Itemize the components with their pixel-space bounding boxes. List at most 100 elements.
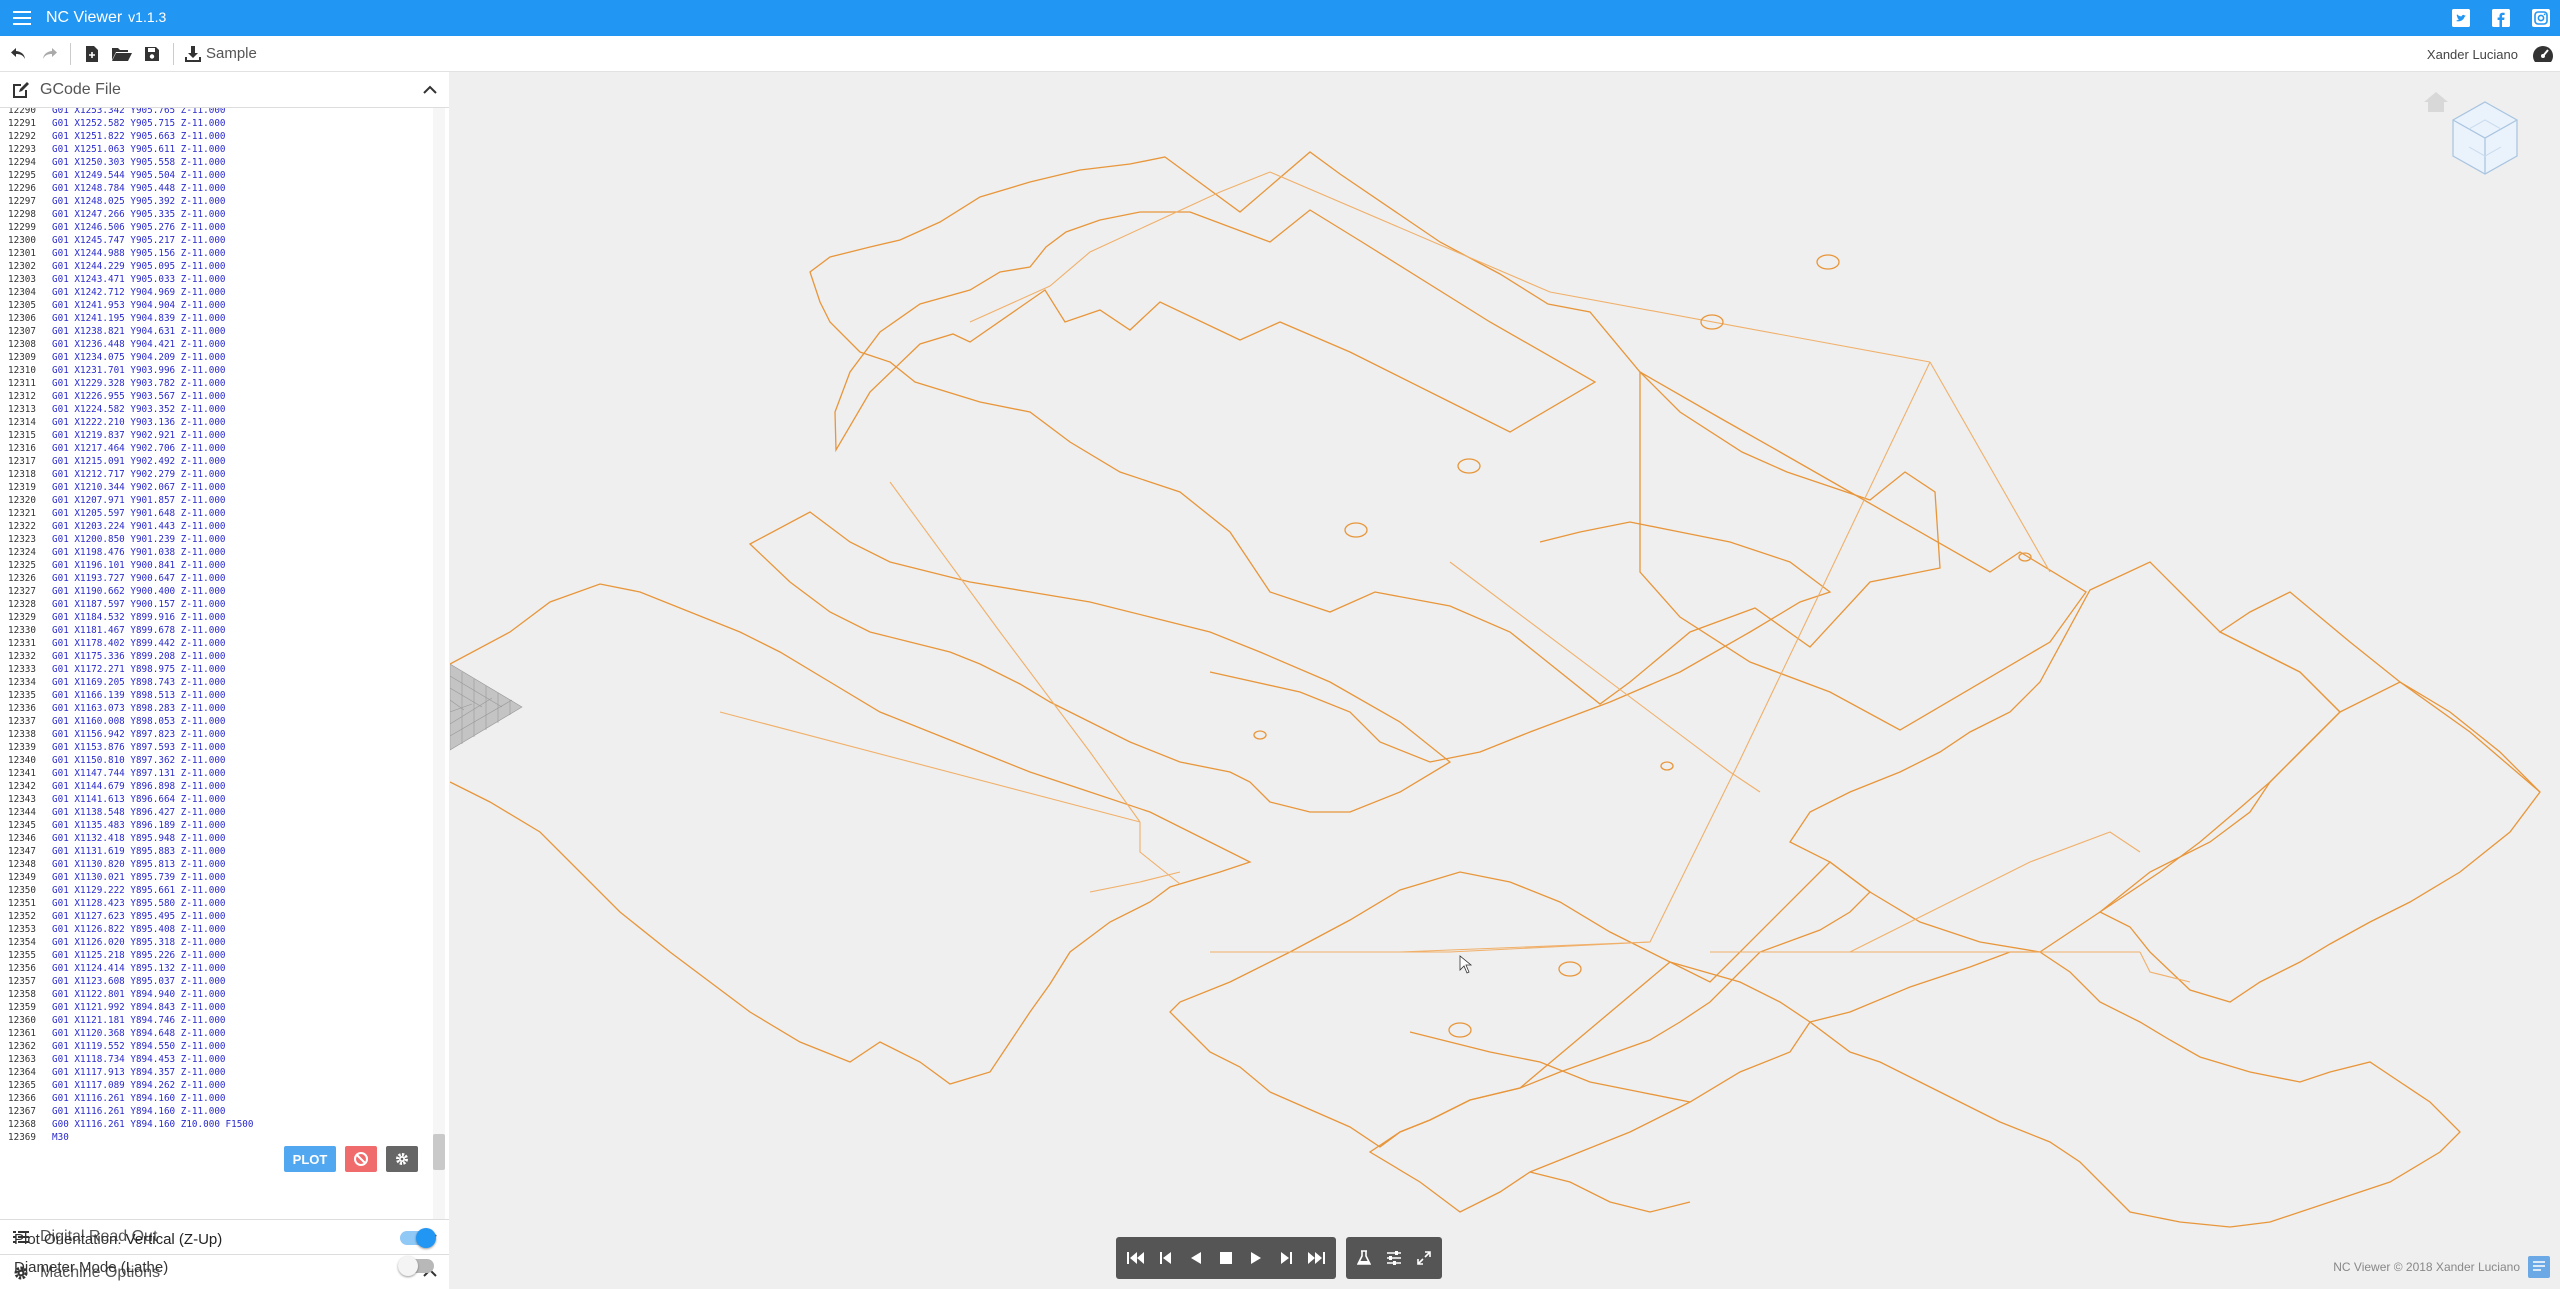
gcode-line[interactable]: 12299 G01 X1246.506 Y905.276 Z-11.000 xyxy=(0,221,254,234)
stop-icon[interactable] xyxy=(1212,1243,1240,1273)
twitter-icon[interactable] xyxy=(2452,9,2470,27)
gcode-line[interactable]: 12354 G01 X1126.020 Y895.318 Z-11.000 xyxy=(0,936,254,949)
gcode-line[interactable]: 12353 G01 X1126.822 Y895.408 Z-11.000 xyxy=(0,923,254,936)
sample-button[interactable]: Sample xyxy=(180,45,261,63)
gcode-line[interactable]: 12306 G01 X1241.195 Y904.839 Z-11.000 xyxy=(0,312,254,325)
gcode-line[interactable]: 12343 G01 X1141.613 Y896.664 Z-11.000 xyxy=(0,793,254,806)
open-folder-icon[interactable] xyxy=(107,36,137,72)
undo-icon[interactable] xyxy=(4,36,34,72)
gcode-line[interactable]: 12294 G01 X1250.303 Y905.558 Z-11.000 xyxy=(0,156,254,169)
gcode-line[interactable]: 12367 G01 X1116.261 Y894.160 Z-11.000 xyxy=(0,1105,254,1118)
gcode-line[interactable]: 12311 G01 X1229.328 Y903.782 Z-11.000 xyxy=(0,377,254,390)
gcode-line[interactable]: 12345 G01 X1135.483 Y896.189 Z-11.000 xyxy=(0,819,254,832)
gcode-line[interactable]: 12359 G01 X1121.992 Y894.843 Z-11.000 xyxy=(0,1001,254,1014)
plot-orientation-toggle[interactable] xyxy=(400,1228,436,1248)
gcode-line[interactable]: 12338 G01 X1156.942 Y897.823 Z-11.000 xyxy=(0,728,254,741)
sliders-icon[interactable] xyxy=(1380,1243,1408,1273)
gcode-line[interactable]: 12349 G01 X1130.021 Y895.739 Z-11.000 xyxy=(0,871,254,884)
gcode-line[interactable]: 12322 G01 X1203.224 Y901.443 Z-11.000 xyxy=(0,520,254,533)
skip-to-start-icon[interactable] xyxy=(1122,1243,1150,1273)
gcode-line[interactable]: 12321 G01 X1205.597 Y901.648 Z-11.000 xyxy=(0,507,254,520)
gcode-line[interactable]: 12366 G01 X1116.261 Y894.160 Z-11.000 xyxy=(0,1092,254,1105)
gcode-line[interactable]: 12363 G01 X1118.734 Y894.453 Z-11.000 xyxy=(0,1053,254,1066)
gcode-line[interactable]: 12350 G01 X1129.222 Y895.661 Z-11.000 xyxy=(0,884,254,897)
gcode-line[interactable]: 12320 G01 X1207.971 Y901.857 Z-11.000 xyxy=(0,494,254,507)
gcode-line[interactable]: 12303 G01 X1243.471 Y905.033 Z-11.000 xyxy=(0,273,254,286)
gcode-line[interactable]: 12348 G01 X1130.820 Y895.813 Z-11.000 xyxy=(0,858,254,871)
gcode-line[interactable]: 12336 G01 X1163.073 Y898.283 Z-11.000 xyxy=(0,702,254,715)
gcode-line[interactable]: 12327 G01 X1190.662 Y900.400 Z-11.000 xyxy=(0,585,254,598)
gcode-line[interactable]: 12360 G01 X1121.181 Y894.746 Z-11.000 xyxy=(0,1014,254,1027)
gcode-line[interactable]: 12302 G01 X1244.229 Y905.095 Z-11.000 xyxy=(0,260,254,273)
step-forward-icon[interactable] xyxy=(1272,1243,1300,1273)
info-panel-icon[interactable] xyxy=(2528,1256,2550,1278)
gcode-line[interactable]: 12301 G01 X1244.988 Y905.156 Z-11.000 xyxy=(0,247,254,260)
gcode-line[interactable]: 12340 G01 X1150.810 Y897.362 Z-11.000 xyxy=(0,754,254,767)
gcode-editor[interactable]: 12290 G01 X1253.342 Y905.765 Z-11.000 1229… xyxy=(0,108,449,1219)
gcode-line[interactable]: 12329 G01 X1184.532 Y899.916 Z-11.000 xyxy=(0,611,254,624)
save-icon[interactable] xyxy=(137,36,167,72)
gcode-line[interactable]: 12344 G01 X1138.548 Y896.427 Z-11.000 xyxy=(0,806,254,819)
gcode-line[interactable]: 12365 G01 X1117.089 Y894.262 Z-11.000 xyxy=(0,1079,254,1092)
gcode-line[interactable]: 12368 G00 X1116.261 Y894.160 Z10.000 F150… xyxy=(0,1118,254,1131)
toolpath-canvas[interactable] xyxy=(450,72,2560,1289)
gcode-line[interactable]: 12362 G01 X1119.552 Y894.550 Z-11.000 xyxy=(0,1040,254,1053)
play-reverse-icon[interactable] xyxy=(1182,1243,1210,1273)
gcode-line[interactable]: 12358 G01 X1122.801 Y894.940 Z-11.000 xyxy=(0,988,254,1001)
gcode-line[interactable]: 12312 G01 X1226.955 Y903.567 Z-11.000 xyxy=(0,390,254,403)
toolpath-viewport[interactable] xyxy=(450,72,2560,1289)
hamburger-menu-icon[interactable] xyxy=(2,0,42,36)
home-icon[interactable] xyxy=(2424,92,2448,112)
gcode-line[interactable]: 12346 G01 X1132.418 Y895.948 Z-11.000 xyxy=(0,832,254,845)
scrollbar-thumb[interactable] xyxy=(433,1134,445,1170)
gcode-line[interactable]: 12330 G01 X1181.467 Y899.678 Z-11.000 xyxy=(0,624,254,637)
diameter-mode-toggle[interactable] xyxy=(398,1256,434,1276)
step-back-icon[interactable] xyxy=(1152,1243,1180,1273)
gcode-line[interactable]: 12352 G01 X1127.623 Y895.495 Z-11.000 xyxy=(0,910,254,923)
gcode-line[interactable]: 12291 G01 X1252.582 Y905.715 Z-11.000 xyxy=(0,117,254,130)
gcode-line[interactable]: 12324 G01 X1198.476 Y901.038 Z-11.000 xyxy=(0,546,254,559)
gcode-line[interactable]: 12334 G01 X1169.205 Y898.743 Z-11.000 xyxy=(0,676,254,689)
gcode-line[interactable]: 12317 G01 X1215.091 Y902.492 Z-11.000 xyxy=(0,455,254,468)
facebook-icon[interactable] xyxy=(2492,9,2510,27)
gcode-line[interactable]: 12298 G01 X1247.266 Y905.335 Z-11.000 xyxy=(0,208,254,221)
gcode-line[interactable]: 12318 G01 X1212.717 Y902.279 Z-11.000 xyxy=(0,468,254,481)
gcode-line[interactable]: 12319 G01 X1210.344 Y902.067 Z-11.000 xyxy=(0,481,254,494)
gcode-line[interactable]: 12342 G01 X1144.679 Y896.898 Z-11.000 xyxy=(0,780,254,793)
fullscreen-icon[interactable] xyxy=(1410,1243,1438,1273)
play-icon[interactable] xyxy=(1242,1243,1270,1273)
instagram-icon[interactable] xyxy=(2532,9,2550,27)
gcode-line[interactable]: 12296 G01 X1248.784 Y905.448 Z-11.000 xyxy=(0,182,254,195)
editor-scrollbar[interactable] xyxy=(433,108,445,1219)
editor-settings-button[interactable] xyxy=(386,1146,418,1172)
redo-icon[interactable] xyxy=(34,36,64,72)
gcode-line[interactable]: 12314 G01 X1222.210 Y903.136 Z-11.000 xyxy=(0,416,254,429)
gcode-line[interactable]: 12307 G01 X1238.821 Y904.631 Z-11.000 xyxy=(0,325,254,338)
gcode-line[interactable]: 12293 G01 X1251.063 Y905.611 Z-11.000 xyxy=(0,143,254,156)
gcode-line[interactable]: 12290 G01 X1253.342 Y905.765 Z-11.000 xyxy=(0,108,254,117)
gcode-line[interactable]: 12356 G01 X1124.414 Y895.132 Z-11.000 xyxy=(0,962,254,975)
gcode-line[interactable]: 12347 G01 X1131.619 Y895.883 Z-11.000 xyxy=(0,845,254,858)
plot-button[interactable]: PLOT xyxy=(284,1146,336,1172)
gcode-line[interactable]: 12335 G01 X1166.139 Y898.513 Z-11.000 xyxy=(0,689,254,702)
gcode-line[interactable]: 12369 M30 xyxy=(0,1131,254,1144)
gcode-line[interactable]: 12309 G01 X1234.075 Y904.209 Z-11.000 xyxy=(0,351,254,364)
skip-to-end-icon[interactable] xyxy=(1302,1243,1330,1273)
gcode-line[interactable]: 12325 G01 X1196.101 Y900.841 Z-11.000 xyxy=(0,559,254,572)
gcode-line[interactable]: 12328 G01 X1187.597 Y900.157 Z-11.000 xyxy=(0,598,254,611)
gcode-panel-header[interactable]: GCode File xyxy=(0,72,449,108)
gcode-line[interactable]: 12323 G01 X1200.850 Y901.239 Z-11.000 xyxy=(0,533,254,546)
clear-button[interactable] xyxy=(345,1146,377,1172)
gcode-line[interactable]: 12308 G01 X1236.448 Y904.421 Z-11.000 xyxy=(0,338,254,351)
gcode-line[interactable]: 12297 G01 X1248.025 Y905.392 Z-11.000 xyxy=(0,195,254,208)
gcode-line[interactable]: 12331 G01 X1178.402 Y899.442 Z-11.000 xyxy=(0,637,254,650)
gcode-line[interactable]: 12300 G01 X1245.747 Y905.217 Z-11.000 xyxy=(0,234,254,247)
gcode-line[interactable]: 12364 G01 X1117.913 Y894.357 Z-11.000 xyxy=(0,1066,254,1079)
gcode-line[interactable]: 12351 G01 X1128.423 Y895.580 Z-11.000 xyxy=(0,897,254,910)
gcode-line[interactable]: 12310 G01 X1231.701 Y903.996 Z-11.000 xyxy=(0,364,254,377)
user-name[interactable]: Xander Luciano xyxy=(2427,36,2518,72)
chevron-up-icon[interactable] xyxy=(421,81,439,99)
gcode-line[interactable]: 12313 G01 X1224.582 Y903.352 Z-11.000 xyxy=(0,403,254,416)
gcode-line[interactable]: 12337 G01 X1160.008 Y898.053 Z-11.000 xyxy=(0,715,254,728)
gcode-line[interactable]: 12316 G01 X1217.464 Y902.706 Z-11.000 xyxy=(0,442,254,455)
